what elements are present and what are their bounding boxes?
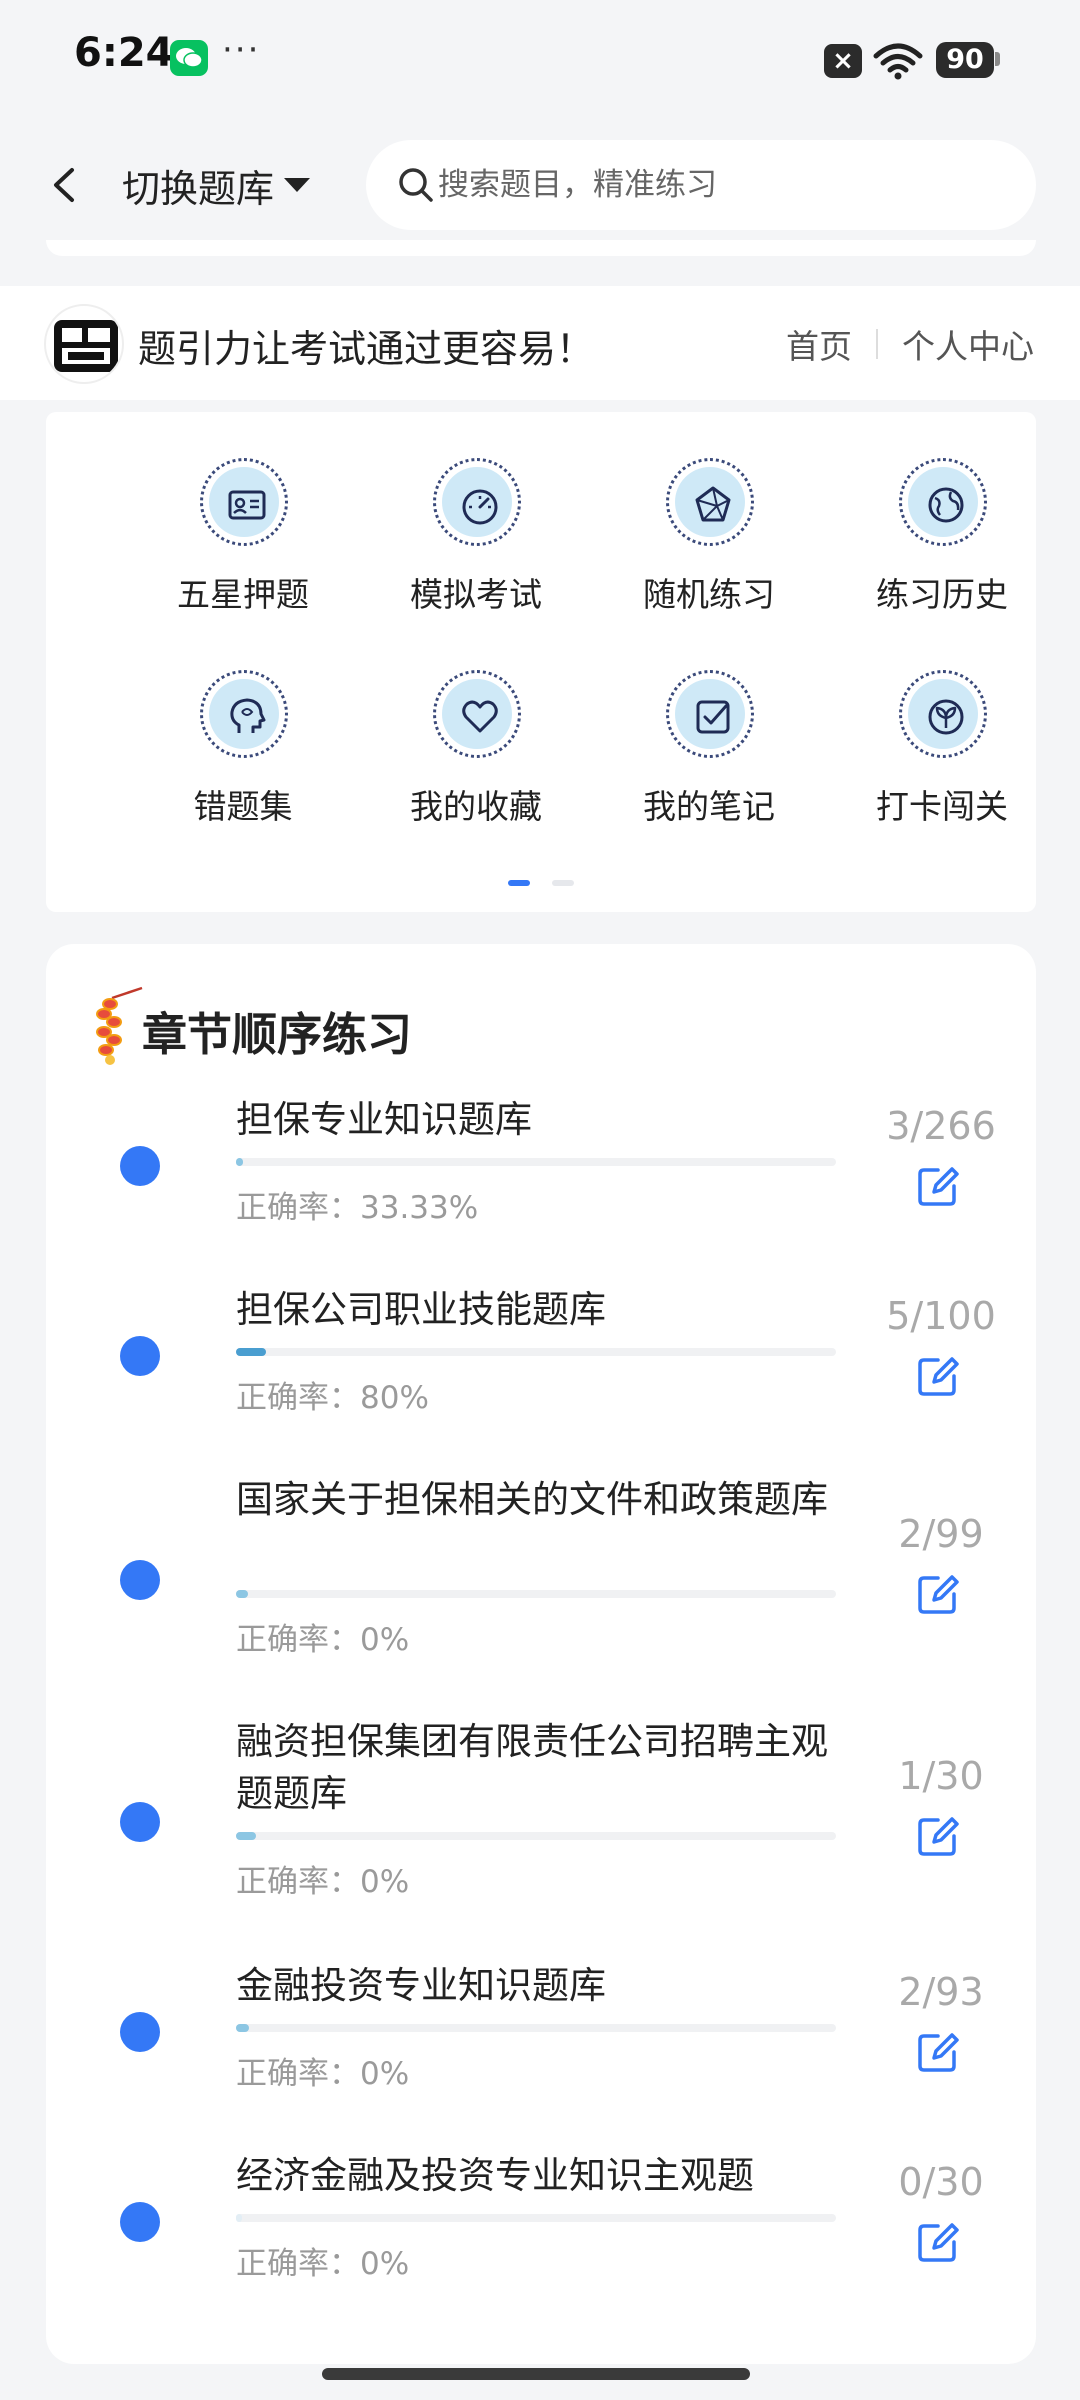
back-icon[interactable] (40, 160, 90, 210)
more-notifications-icon: ··· (222, 30, 261, 70)
nav-divider (876, 329, 878, 359)
edit-icon[interactable] (914, 2028, 962, 2076)
feature-five-star[interactable]: 五星押题 (126, 458, 360, 658)
wechat-icon (170, 40, 208, 76)
progress-bar (236, 1158, 836, 1166)
accuracy-text: 正确率：33.33% (236, 1190, 479, 1226)
brand-nav: 首页 个人中心 (786, 320, 1034, 368)
progress-count: 5/100 (886, 1294, 996, 1338)
progress-bar (236, 1590, 836, 1598)
progress-fill (236, 1590, 248, 1598)
search-icon (396, 165, 436, 209)
progress-count: 0/30 (898, 2160, 984, 2204)
progress-count: 1/30 (898, 1754, 984, 1798)
edit-icon[interactable] (914, 1162, 962, 1210)
feature-notes[interactable]: 我的笔记 (592, 670, 826, 870)
wifi-icon (872, 42, 924, 84)
feature-random-practice[interactable]: 随机练习 (592, 458, 826, 658)
globe-icon (899, 458, 987, 546)
page-dot-active (508, 880, 530, 886)
accuracy-text: 正确率：0% (236, 2056, 410, 2092)
accuracy-text: 正确率：0% (236, 1622, 410, 1658)
feature-label: 错题集 (193, 787, 293, 826)
chapter-practice-section: 章节顺序练习 担保专业知识题库 正确率：33.33% 3/266 担保公司职业技… (46, 944, 1036, 2364)
progress-count: 2/99 (898, 1512, 984, 1556)
feature-label: 我的笔记 (643, 787, 775, 826)
feature-label: 打卡闯关 (876, 787, 1008, 826)
feature-grid: 五星押题 模拟考试 随机练习 练习历史 错题集 我的收藏 我的笔记 打卡闯关 (46, 412, 1036, 912)
status-bar: 6:24 ··· × 90 (0, 0, 1080, 118)
feature-wrong-answers[interactable]: 错题集 (126, 670, 360, 870)
chapter-title: 金融投资专业知识题库 (236, 1964, 606, 2007)
chapter-bullet (120, 1802, 160, 1842)
brand-bar: 题引力让考试通过更容易！ 首页 个人中心 (0, 286, 1080, 400)
progress-bar (236, 2214, 836, 2222)
page-dot (552, 880, 574, 886)
home-indicator[interactable] (322, 2368, 750, 2380)
card-edge (46, 240, 1036, 256)
leaf-icon (899, 670, 987, 758)
accuracy-text: 正确率：0% (236, 2246, 410, 2282)
edit-icon[interactable] (914, 1570, 962, 1618)
progress-count: 2/93 (898, 1970, 984, 2014)
heart-icon (433, 670, 521, 758)
progress-fill (236, 2214, 242, 2222)
battery-indicator: 90 (936, 42, 994, 78)
progress-fill (236, 1158, 243, 1166)
head-icon (200, 670, 288, 758)
chapter-bullet (120, 1560, 160, 1600)
feature-label: 模拟考试 (410, 575, 542, 614)
edit-icon[interactable] (914, 1812, 962, 1860)
nav-home-link[interactable]: 首页 (786, 320, 852, 368)
feature-label: 练习历史 (876, 575, 1008, 614)
app-screen: 6:24 ··· × 90 切换题库 搜索题目，精准练习 题引力让考试通过更容易… (0, 0, 1080, 2400)
chapter-title: 担保公司职业技能题库 (236, 1288, 606, 1331)
header: 切换题库 (0, 130, 1080, 240)
page-indicator (508, 880, 596, 886)
feature-history[interactable]: 练习历史 (825, 458, 1059, 658)
no-sim-icon: × (824, 44, 862, 78)
polyhedron-icon (666, 458, 754, 546)
switch-bank-dropdown[interactable]: 切换题库 (122, 158, 311, 212)
chapter-title: 担保专业知识题库 (236, 1098, 532, 1141)
speedometer-icon (433, 458, 521, 546)
search-box[interactable] (366, 140, 1036, 230)
chapter-title: 经济金融及投资专业知识主观题 (236, 2154, 754, 2197)
chapter-title: 国家关于担保相关的文件和政策题库 (236, 1478, 828, 1521)
feature-label: 五星押题 (177, 575, 309, 614)
progress-fill (236, 1348, 266, 1356)
feature-mock-exam[interactable]: 模拟考试 (359, 458, 593, 658)
chapter-bullet (120, 2202, 160, 2242)
feature-checkin[interactable]: 打卡闯关 (825, 670, 1059, 870)
search-input[interactable] (438, 140, 998, 230)
progress-bar (236, 1348, 836, 1356)
chapter-bullet (120, 1146, 160, 1186)
accuracy-text: 正确率：80% (236, 1380, 429, 1416)
progress-count: 3/266 (886, 1104, 996, 1148)
nav-profile-link[interactable]: 个人中心 (902, 320, 1034, 368)
chapter-bullet (120, 1336, 160, 1376)
brand-slogan: 题引力让考试通过更容易！ (138, 327, 595, 371)
progress-fill (236, 2024, 250, 2032)
id-card-icon (200, 458, 288, 546)
accuracy-text: 正确率：0% (236, 1864, 410, 1900)
edit-icon[interactable] (914, 2218, 962, 2266)
chapter-bullet (120, 2012, 160, 2052)
section-title: 章节顺序练习 (142, 1008, 413, 1061)
progress-fill (236, 1832, 256, 1840)
battery-tip (995, 52, 1000, 66)
status-time: 6:24 (74, 30, 174, 76)
progress-bar (236, 2024, 836, 2032)
firecracker-icon (90, 984, 146, 1066)
feature-label: 我的收藏 (410, 787, 542, 826)
checkbox-icon (666, 670, 754, 758)
chapter-title: 融资担保集团有限责任公司招聘主观题题库 (236, 1720, 828, 1815)
brand-logo (44, 304, 124, 384)
feature-favorites[interactable]: 我的收藏 (359, 670, 593, 870)
switch-bank-label: 切换题库 (122, 166, 275, 211)
edit-icon[interactable] (914, 1352, 962, 1400)
progress-bar (236, 1832, 836, 1840)
feature-label: 随机练习 (643, 575, 775, 614)
caret-down-icon (284, 178, 311, 192)
